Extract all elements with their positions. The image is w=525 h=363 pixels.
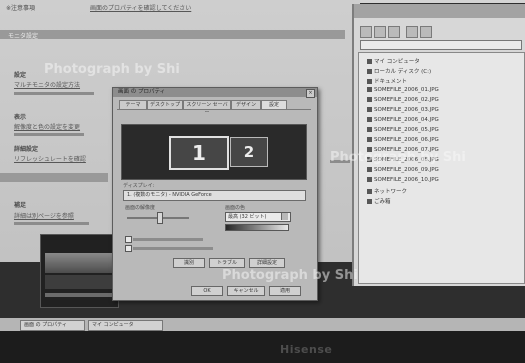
tab-divider bbox=[117, 109, 311, 110]
tree-item[interactable]: SOMEFILE_2006_06.JPG bbox=[367, 137, 517, 145]
video-thumbnail[interactable] bbox=[40, 234, 119, 308]
taskbar-item[interactable]: マイ コンピュータ bbox=[88, 320, 163, 331]
page-text-line bbox=[14, 133, 84, 136]
checkbox-label-line bbox=[133, 247, 213, 250]
tab-appearance[interactable]: デザイン bbox=[231, 100, 261, 109]
chevron-down-icon[interactable] bbox=[281, 213, 288, 220]
resolution-slider-thumb[interactable] bbox=[157, 212, 163, 224]
close-icon[interactable]: × bbox=[306, 89, 315, 98]
image-file-icon bbox=[367, 177, 372, 182]
dialog-title: 画面 の プロパティ bbox=[113, 88, 317, 97]
color-preview-bar bbox=[225, 224, 289, 231]
tree-item[interactable]: SOMEFILE_2006_03.JPG bbox=[367, 107, 517, 115]
folders-icon[interactable] bbox=[420, 26, 432, 38]
page-subsection-bar bbox=[0, 173, 108, 182]
explorer-menubar bbox=[354, 4, 525, 18]
page-item-heading: 表示 bbox=[14, 114, 27, 121]
watermark-text: Photograph by Shi bbox=[222, 268, 358, 283]
image-file-icon bbox=[367, 127, 372, 132]
video-frame-sky bbox=[45, 253, 113, 273]
apply-button[interactable]: 適用 bbox=[269, 286, 301, 296]
primary-monitor-checkbox[interactable] bbox=[125, 236, 132, 243]
tree-item[interactable]: ドキュメント bbox=[367, 77, 517, 85]
tree-item[interactable]: SOMEFILE_2006_01.JPG bbox=[367, 87, 517, 95]
tree-item[interactable]: ごみ箱 bbox=[367, 197, 517, 205]
image-file-icon bbox=[367, 107, 372, 112]
tree-item[interactable]: SOMEFILE_2006_10.JPG bbox=[367, 177, 517, 185]
cancel-button[interactable]: キャンセル bbox=[227, 286, 265, 296]
troubleshoot-button[interactable]: トラブル bbox=[209, 258, 245, 268]
ok-button[interactable]: OK bbox=[191, 286, 223, 296]
checkbox-label-line bbox=[133, 238, 203, 241]
recycle-bin-icon bbox=[367, 199, 372, 204]
monitor-1[interactable]: 1 bbox=[169, 136, 229, 170]
drive-icon bbox=[367, 69, 372, 74]
resolution-label: 画面の解像度 bbox=[125, 205, 156, 211]
tree-item[interactable]: SOMEFILE_2006_04.JPG bbox=[367, 117, 517, 125]
tab-screensaver[interactable]: スクリーン セーバー bbox=[183, 100, 231, 116]
folder-icon bbox=[367, 79, 372, 84]
tab-settings[interactable]: 設定 bbox=[261, 100, 287, 109]
monitor-bezel: Hisense bbox=[0, 331, 525, 363]
page-item-link[interactable]: 解像度と色の設定を変更 bbox=[14, 122, 109, 131]
advanced-button[interactable]: 詳細設定 bbox=[249, 258, 285, 268]
page-text-line bbox=[14, 222, 89, 225]
explorer-window: マイ コンピュータ ローカル ディスク (C:) ドキュメント SOMEFILE… bbox=[352, 4, 525, 286]
page-item-link[interactable]: マルチモニタの設定方法 bbox=[14, 80, 109, 89]
video-frame-road bbox=[45, 275, 113, 289]
page-item-link[interactable]: リフレッシュレートを確認 bbox=[14, 154, 109, 163]
back-icon[interactable] bbox=[360, 26, 372, 38]
taskbar: 画面 の プロパティ マイ コンピュータ bbox=[0, 318, 525, 331]
folder-tree: マイ コンピュータ ローカル ディスク (C:) ドキュメント SOMEFILE… bbox=[358, 52, 525, 284]
display-dropdown[interactable]: 1. (複数のモニタ) - NVIDIA GeForce bbox=[123, 190, 306, 201]
monitor-2[interactable]: 2 bbox=[230, 137, 268, 167]
tree-item[interactable]: SOMEFILE_2006_05.JPG bbox=[367, 127, 517, 135]
extend-desktop-checkbox[interactable] bbox=[125, 245, 132, 252]
network-icon bbox=[367, 189, 372, 194]
identify-button[interactable]: 識別 bbox=[173, 258, 205, 268]
watermark-text: Photograph by Shi bbox=[330, 150, 466, 165]
page-item-heading: 詳細設定 bbox=[14, 146, 39, 153]
search-icon[interactable] bbox=[406, 26, 418, 38]
image-file-icon bbox=[367, 137, 372, 142]
tree-item[interactable]: ローカル ディスク (C:) bbox=[367, 67, 517, 75]
page-top-link[interactable]: 画面のプロパティを確認してください bbox=[90, 3, 270, 12]
page-section-label: モニタ設定 bbox=[8, 33, 39, 40]
image-file-icon bbox=[367, 167, 372, 172]
tree-item[interactable]: マイ コンピュータ bbox=[367, 57, 517, 65]
tab-themes[interactable]: テーマ bbox=[119, 100, 147, 109]
watermark-text: Photograph by Shi bbox=[44, 62, 180, 77]
page-text-line bbox=[14, 92, 94, 95]
tab-desktop[interactable]: デスクトップ bbox=[147, 100, 183, 109]
forward-icon[interactable] bbox=[374, 26, 386, 38]
monitor-arrangement-area: 1 2 bbox=[121, 124, 307, 180]
address-bar[interactable] bbox=[360, 40, 522, 50]
computer-icon bbox=[367, 59, 372, 64]
tree-item[interactable]: SOMEFILE_2006_02.JPG bbox=[367, 97, 517, 105]
up-folder-icon[interactable] bbox=[388, 26, 400, 38]
brand-logo: Hisense bbox=[280, 343, 333, 356]
image-file-icon bbox=[367, 97, 372, 102]
color-quality-label: 画面の色 bbox=[225, 205, 246, 211]
tree-item[interactable]: SOMEFILE_2006_09.JPG bbox=[367, 167, 517, 175]
page-item-link[interactable]: 詳細は別ページを参照 bbox=[14, 211, 109, 220]
video-seek-bar[interactable] bbox=[45, 293, 113, 297]
image-file-icon bbox=[367, 117, 372, 122]
image-file-icon bbox=[367, 87, 372, 92]
display-label: ディスプレイ: bbox=[123, 183, 155, 189]
taskbar-item[interactable]: 画面 の プロパティ bbox=[20, 320, 85, 331]
tree-item[interactable]: ネットワーク bbox=[367, 187, 517, 195]
page-item-heading: 補足 bbox=[14, 202, 27, 209]
